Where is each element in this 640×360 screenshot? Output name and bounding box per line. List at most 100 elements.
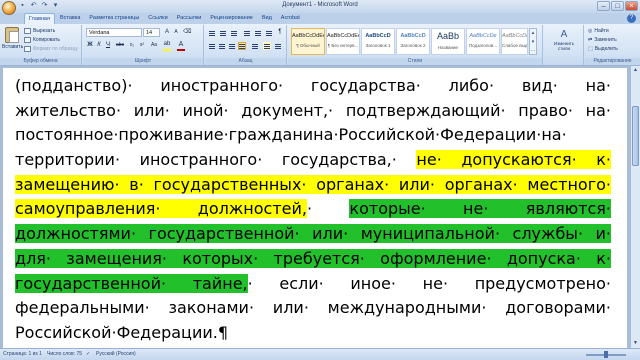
tab-home[interactable]: Главная <box>24 13 55 24</box>
font-color-icon[interactable]: A <box>177 40 185 49</box>
align-center-icon[interactable] <box>218 42 226 50</box>
document-line[interactable]: замещению· в· государственных· органах· … <box>15 173 611 198</box>
cut-button[interactable]: Вырезать <box>24 28 55 34</box>
tab-mailings[interactable]: Рассылки <box>173 13 206 24</box>
bold-button[interactable]: Ж <box>86 41 94 50</box>
clipboard-group: Вставить Вырезать Копировать Формат по о… <box>0 25 82 65</box>
document-line[interactable]: (подданство)· иностранного· государства·… <box>15 74 611 99</box>
superscript-button[interactable]: x² <box>138 41 146 50</box>
maximize-button[interactable]: □ <box>611 1 624 11</box>
tab-references[interactable]: Ссылки <box>144 13 171 24</box>
change-case-button[interactable]: Aa <box>149 41 159 50</box>
decrease-indent-icon[interactable] <box>243 29 251 37</box>
styles-scroll-button[interactable]: ▴ ▾ ⋯ <box>529 28 537 55</box>
tab-insert[interactable]: Вставка <box>56 13 84 24</box>
bullets-icon[interactable] <box>208 29 216 37</box>
align-right-icon[interactable] <box>228 42 236 50</box>
change-styles-label: Изменить стили <box>553 41 575 51</box>
line-spacing-icon[interactable] <box>251 42 259 50</box>
paste-label: Вставить <box>2 44 24 50</box>
style-subtle-emphasis[interactable]: AaBbCcDd Слабое выд... <box>501 28 528 55</box>
document-line[interactable]: самоуправления· должностей,· которые· не… <box>15 197 612 222</box>
paste-button[interactable]: Вставить <box>2 27 24 57</box>
page-count[interactable]: Страница: 1 из 1 <box>3 351 42 357</box>
office-button[interactable] <box>2 1 16 15</box>
highlight-color-swatch <box>163 49 171 51</box>
style-heading-2[interactable]: AaBbCcD Заголовок 2 <box>396 28 430 55</box>
document-text[interactable]: (подданство)· иностранного· государства·… <box>15 74 612 346</box>
minimize-button[interactable]: – <box>597 1 610 11</box>
tab-review[interactable]: Рецензирование <box>206 13 256 24</box>
scroll-down-icon[interactable]: ▼ <box>631 339 640 348</box>
help-icon[interactable]: ? <box>627 14 636 23</box>
format-painter-button[interactable]: Формат по образцу <box>24 46 78 52</box>
strikethrough-button[interactable]: abc <box>114 41 126 50</box>
multilevel-list-icon[interactable] <box>230 29 238 37</box>
tab-view[interactable]: Вид <box>258 13 276 24</box>
font-size-dropdown[interactable]: 14 <box>143 28 160 37</box>
language-indicator[interactable]: Русский (Россия) <box>96 351 136 357</box>
style-title[interactable]: AaBb Название <box>431 28 465 55</box>
style-no-spacing[interactable]: AaBbCcDdEe ¶ Без интерв... <box>326 28 360 55</box>
close-button[interactable]: × <box>625 1 638 11</box>
font-name-dropdown[interactable]: Verdana <box>86 28 142 37</box>
subscript-button[interactable]: x₂ <box>128 41 136 50</box>
proofing-icon[interactable]: ✓ <box>86 351 90 357</box>
document-page[interactable]: (подданство)· иностранного· государства·… <box>3 68 627 348</box>
align-left-icon[interactable] <box>208 42 216 50</box>
show-marks-button[interactable]: ¶ <box>276 28 284 37</box>
shading-icon[interactable] <box>263 42 271 50</box>
window-controls: – □ × <box>597 1 638 11</box>
vertical-scrollbar[interactable]: ▲ ▼ <box>630 66 640 348</box>
scroll-up-icon[interactable]: ▲ <box>631 66 640 75</box>
format-painter-label: Формат по образцу <box>33 46 78 52</box>
tab-acrobat[interactable]: Acrobat <box>277 13 304 24</box>
document-line[interactable]: федеральными· законами· или· международн… <box>15 296 611 321</box>
grow-font-icon[interactable]: A <box>163 28 171 37</box>
replace-label: Заменить <box>594 37 617 43</box>
numbering-icon[interactable] <box>219 29 227 37</box>
copy-label: Копировать <box>33 37 60 43</box>
document-line[interactable]: для· замещения· которых· требуется· офор… <box>15 247 611 272</box>
window-title: Документ1 - Microsoft Word <box>282 2 358 8</box>
document-line[interactable]: территории· иностранного· государства,· … <box>15 148 611 173</box>
style-normal[interactable]: AaBbCcDdEe ¶ Обычный <box>291 28 325 55</box>
highlighted-text-green: которые· не· являются· <box>349 199 612 219</box>
increase-indent-icon[interactable] <box>254 29 262 37</box>
highlighted-text-yellow: не· допускаются· к· <box>416 150 611 170</box>
text-run: · если· иное· не· предусмотрено· <box>247 273 611 293</box>
scrollbar-thumb[interactable] <box>632 106 639 166</box>
document-line[interactable]: должностями· государственной· или· муниц… <box>15 222 611 247</box>
zoom-slider[interactable] <box>586 351 626 358</box>
sort-icon[interactable] <box>265 29 273 37</box>
shrink-font-icon[interactable]: A <box>172 28 180 37</box>
style-sample: AaBbCcDdEe <box>292 33 325 39</box>
tab-page-layout[interactable]: Разметка страницы <box>85 13 143 24</box>
highlight-icon[interactable]: ab <box>163 40 171 49</box>
style-subtitle[interactable]: AaBbCcDe Подзаголов... <box>466 28 500 55</box>
style-name: ¶ Обычный <box>296 43 320 48</box>
select-button[interactable]: ⬚ Выделить <box>588 46 618 52</box>
document-line[interactable]: Российской·Федерации.¶ <box>15 321 611 346</box>
text-run: федеральными· законами· или· международн… <box>15 298 611 318</box>
italic-button[interactable]: К <box>95 41 103 50</box>
style-heading-1[interactable]: AaBbCcD Заголовок 1 <box>361 28 395 55</box>
borders-icon[interactable] <box>274 42 282 50</box>
zoom-slider-thumb[interactable] <box>604 351 608 358</box>
binoculars-icon: ◎ <box>588 28 593 34</box>
style-name: Название <box>437 45 459 50</box>
document-line[interactable]: жительство· или· иной· документ,· подтве… <box>15 99 611 124</box>
word-count[interactable]: Число слов: 75 <box>47 351 82 357</box>
copy-button[interactable]: Копировать <box>24 37 60 43</box>
justify-icon[interactable] <box>238 42 246 50</box>
title-bar: ▪ ↶ ↷ ▾ Документ1 - Microsoft Word – □ × <box>0 0 640 15</box>
highlighted-text-yellow: самоуправления· должностей, <box>15 199 307 219</box>
document-line[interactable]: государственной· тайне,· если· иное· не·… <box>15 272 611 297</box>
change-styles-button[interactable]: A Изменить стили <box>550 29 578 51</box>
clear-format-icon[interactable]: ⌫ <box>183 28 191 37</box>
underline-button[interactable]: Ч <box>104 41 112 50</box>
document-line[interactable]: постоянное·проживание·гражданина·Российс… <box>15 123 611 148</box>
find-button[interactable]: ◎ Найти <box>588 28 609 34</box>
ribbon: Вставить Вырезать Копировать Формат по о… <box>0 24 640 66</box>
replace-button[interactable]: ⇄ Заменить <box>588 37 617 43</box>
